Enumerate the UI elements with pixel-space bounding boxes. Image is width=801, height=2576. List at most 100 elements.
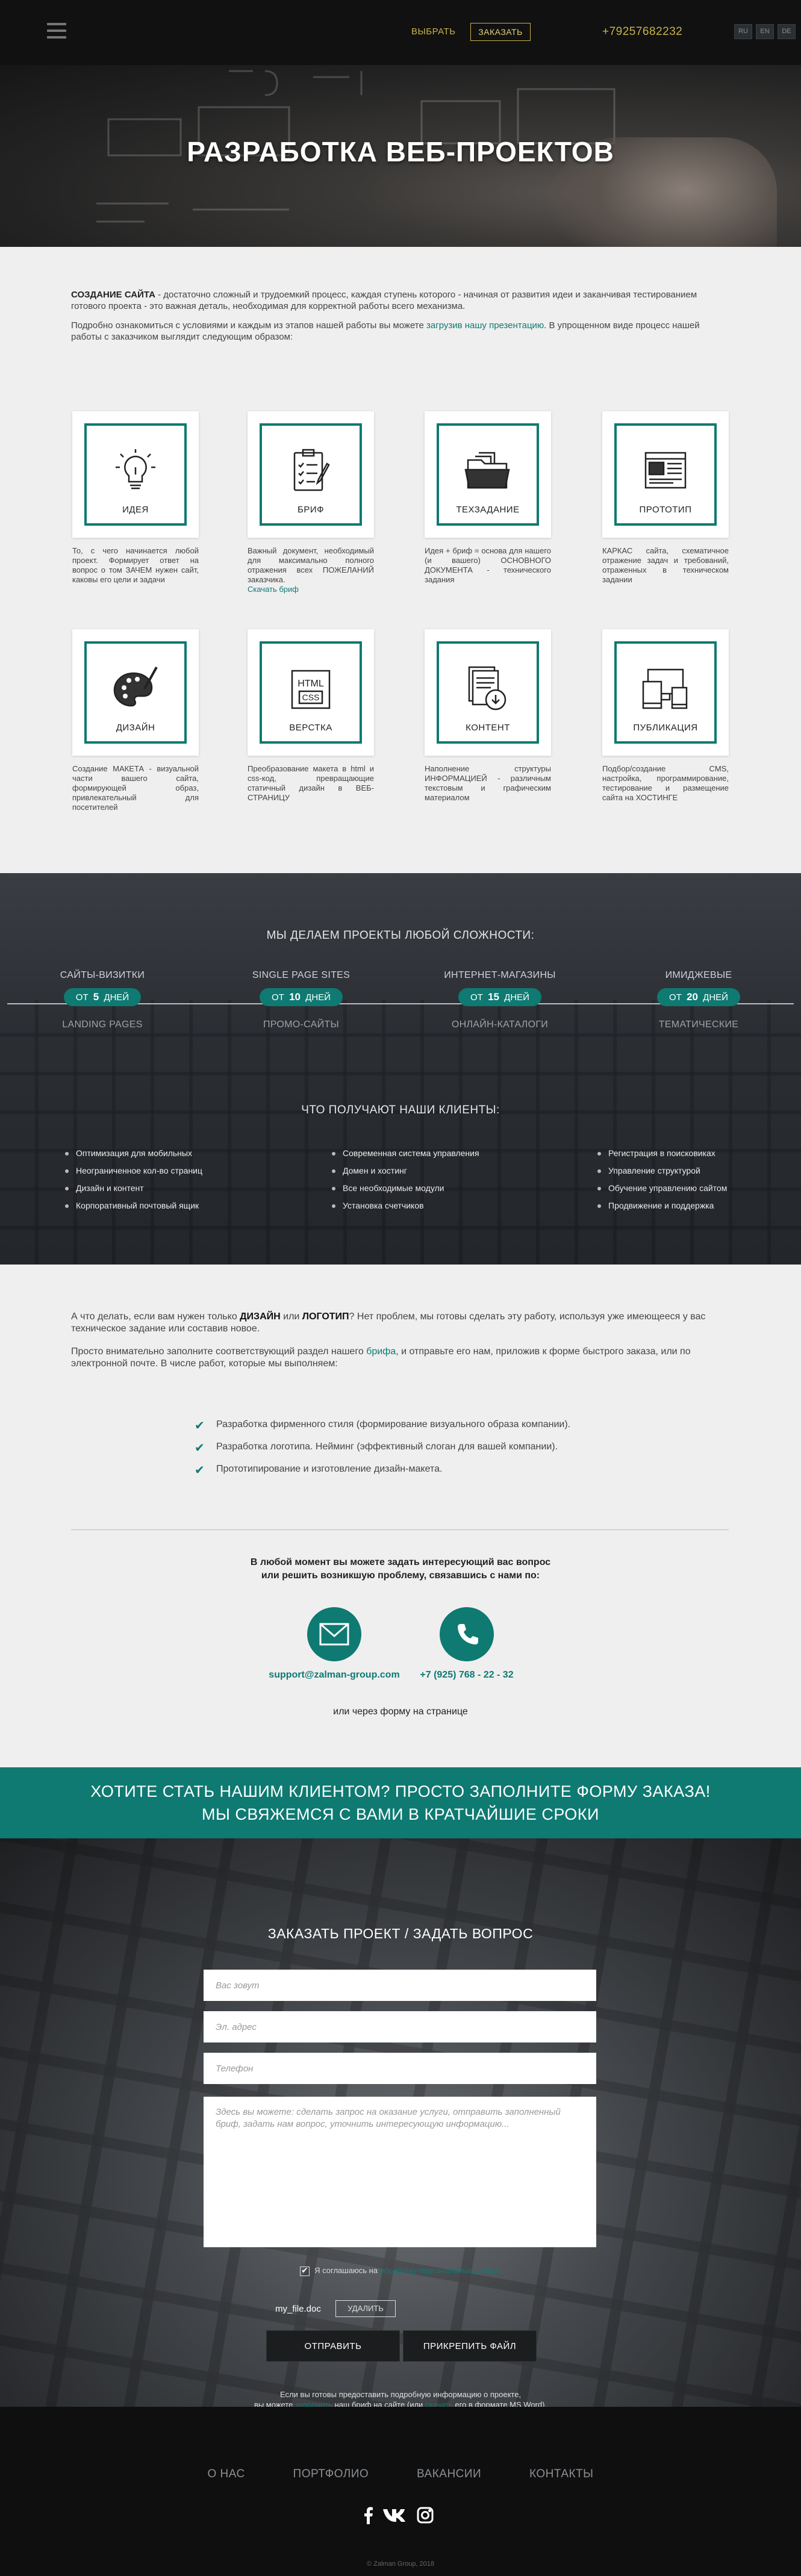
- brief-link[interactable]: брифа: [366, 1346, 396, 1357]
- facebook-icon[interactable]: [363, 2506, 373, 2524]
- intro-lead-bold: СОЗДАНИЕ САЙТА: [71, 290, 155, 300]
- project-type-4: ИМИДЖЕВЫЕ ОТ 20 ДНЕЙ ТЕМАТИЧЕСКИЕ: [629, 970, 768, 1030]
- project-type-bottom: ОНЛАЙН-КАТАЛОГИ: [451, 1019, 549, 1030]
- days-pill: ОТ 5 ДНЕЙ: [63, 988, 142, 1006]
- lang-ru-button[interactable]: RU: [734, 24, 752, 39]
- download-brief-link[interactable]: Скачать бриф: [248, 585, 299, 594]
- devices-icon: [642, 668, 688, 709]
- step-frame: КОНТЕНТ: [437, 641, 539, 744]
- lang-en-button[interactable]: EN: [756, 24, 774, 39]
- contact-question: В любой момент вы можете задать интересу…: [250, 1557, 551, 1581]
- step-card: ИДЕЯ: [72, 411, 199, 538]
- footer-link-portfolio[interactable]: ПОРТФОЛИО: [293, 2468, 369, 2481]
- top-bar: ВЫБРАТЬ ЗАКАЗАТЬ +79257682232 RU EN DE: [0, 0, 801, 65]
- lang-de-button[interactable]: DE: [778, 24, 796, 39]
- days-pill: ОТ 15 ДНЕЙ: [458, 988, 541, 1006]
- hamburger-icon[interactable]: [47, 23, 66, 39]
- step-description: Преобразование макета в html и css-код, …: [248, 764, 374, 802]
- attached-filename: my_file.doc: [275, 2304, 321, 2314]
- palette-icon: [113, 667, 158, 707]
- header-phone[interactable]: +79257682232: [602, 25, 682, 39]
- services-checklist: Разработка фирменного стиля (формировани…: [195, 1418, 616, 1486]
- email-icon[interactable]: [307, 1607, 361, 1661]
- step-card: ТЕХЗАДАНИЕ: [425, 411, 551, 538]
- choose-link[interactable]: ВЫБРАТЬ: [411, 26, 455, 37]
- step-frame: ИДЕЯ: [84, 423, 187, 526]
- folder-icon: [464, 452, 510, 489]
- document-download-icon: [468, 666, 506, 711]
- html-css-icon: HTML CSS: [291, 670, 331, 709]
- copyright: © Zalman Group, 2018: [366, 2560, 435, 2568]
- benefits-list-2: Современная система управления Домен и х…: [329, 1148, 546, 1218]
- project-type-3: ИНТЕРНЕТ-МАГАЗИНЫ ОТ 15 ДНЕЙ ОНЛАЙН-КАТА…: [431, 970, 569, 1030]
- step-design[interactable]: ДИЗАЙН Создание МАКЕТА - визуальной част…: [72, 629, 199, 812]
- benefit-item: Оптимизация для мобильных: [63, 1148, 279, 1158]
- step-spec[interactable]: ТЕХЗАДАНИЕ Идея + бриф = основа для наше…: [425, 411, 551, 585]
- form-title: ЗАКАЗАТЬ ПРОЕКТ / ЗАДАТЬ ВОПРОС: [267, 1926, 534, 1941]
- presentation-link[interactable]: загрузив нашу презентацию: [426, 320, 544, 331]
- project-type-1: САЙТЫ-ВИЗИТКИ ОТ 5 ДНЕЙ LANDING PAGES: [33, 970, 172, 1030]
- keyboard-background: [0, 1000, 801, 1265]
- wireframe-icon: [644, 452, 687, 489]
- benefit-item: Современная система управления: [329, 1148, 546, 1158]
- delete-file-button[interactable]: УДАЛИТЬ: [335, 2300, 396, 2317]
- step-frame: БРИФ: [260, 423, 362, 526]
- consent-row: Я соглашаюсь на обработку персональных д…: [0, 2265, 801, 2276]
- svg-text:CSS: CSS: [302, 692, 320, 702]
- step-markup[interactable]: HTML CSS ВЕРСТКА Преобразование макета в…: [248, 629, 374, 803]
- benefit-item: Управление структурой: [595, 1166, 801, 1175]
- step-label: ДИЗАЙН: [116, 723, 155, 733]
- hero-banner: РАЗРАБОТКА ВЕБ-ПРОЕКТОВ: [0, 65, 801, 247]
- email-field[interactable]: [204, 2011, 596, 2042]
- step-brief[interactable]: БРИФ Важный документ, необходимый для ма…: [248, 411, 374, 594]
- instagram-icon[interactable]: [417, 2507, 434, 2524]
- clients-title: ЧТО ПОЛУЧАЮТ НАШИ КЛИЕНТЫ:: [301, 1104, 500, 1116]
- step-description: КАРКАС сайта, схематичное отражение зада…: [602, 546, 729, 584]
- intro-paragraph-2: Подробно ознакомиться с условиями и кажд…: [71, 320, 729, 343]
- step-content[interactable]: КОНТЕНТ Наполнение структуры ИНФОРМАЦИЕЙ…: [425, 629, 551, 803]
- divider: [71, 1529, 729, 1530]
- benefit-item: Установка счетчиков: [329, 1201, 546, 1210]
- page-title: РАЗРАБОТКА ВЕБ-ПРОЕКТОВ: [187, 136, 614, 167]
- step-description: Важный документ, необходимый для максима…: [248, 546, 374, 594]
- step-prototype[interactable]: ПРОТОТИП КАРКАС сайта, схематичное отраж…: [602, 411, 729, 585]
- step-label: ИДЕЯ: [122, 505, 149, 515]
- send-button[interactable]: ОТПРАВИТЬ: [266, 2330, 400, 2362]
- step-label: ПРОТОТИП: [639, 505, 692, 515]
- consent-checkbox[interactable]: [300, 2265, 310, 2276]
- consent-text: Я соглашаюсь на: [314, 2266, 380, 2275]
- footer-nav: О НАС ПОРТФОЛИО ВАКАНСИИ КОНТАКТЫ: [0, 2468, 801, 2481]
- projects-title: МЫ ДЕЛАЕМ ПРОЕКТЫ ЛЮБОЙ СЛОЖНОСТИ:: [266, 929, 535, 942]
- attach-file-button[interactable]: ПРИКРЕПИТЬ ФАЙЛ: [403, 2330, 537, 2362]
- step-card: ДИЗАЙН: [72, 629, 199, 756]
- footer-link-contacts[interactable]: КОНТАКТЫ: [529, 2468, 594, 2481]
- step-description: Подбор/создание CMS, настройка, программ…: [602, 764, 729, 802]
- footer-link-about[interactable]: О НАС: [208, 2468, 245, 2481]
- phone-field[interactable]: [204, 2053, 596, 2084]
- or-form-text: или через форму на странице: [333, 1706, 468, 1717]
- project-type-bottom: ТЕМАТИЧЕСКИЕ: [658, 1019, 739, 1030]
- benefit-item: Продвижение и поддержка: [595, 1201, 801, 1210]
- benefit-item: Регистрация в поисковиках: [595, 1148, 801, 1158]
- order-button[interactable]: ЗАКАЗАТЬ: [470, 23, 531, 41]
- step-frame: ДИЗАЙН: [84, 641, 187, 744]
- name-field[interactable]: [204, 1970, 596, 2001]
- check-item: Прототипирование и изготовление дизайн-м…: [195, 1463, 616, 1478]
- step-card: HTML CSS ВЕРСТКА: [248, 629, 374, 756]
- vk-icon[interactable]: [382, 2507, 408, 2523]
- intro-lead-text: - достаточно сложный и трудоемкий процес…: [71, 290, 697, 311]
- message-field[interactable]: [204, 2097, 596, 2247]
- days-pill: ОТ 10 ДНЕЙ: [260, 988, 343, 1006]
- step-label: ПУБЛИКАЦИЯ: [633, 723, 698, 733]
- days-pill: ОТ 20 ДНЕЙ: [657, 988, 740, 1006]
- step-card: ПУБЛИКАЦИЯ: [602, 629, 729, 756]
- consent-link[interactable]: обработку персональных данных: [380, 2266, 501, 2275]
- step-idea[interactable]: ИДЕЯ То, с чего начинается любой проект.…: [72, 411, 199, 585]
- cta-banner: ХОТИТЕ СТАТЬ НАШИМ КЛИЕНТОМ? ПРОСТО ЗАПО…: [0, 1767, 801, 1838]
- project-type-top: ИНТЕРНЕТ-МАГАЗИНЫ: [444, 970, 556, 980]
- footer-link-vacancies[interactable]: ВАКАНСИИ: [417, 2468, 481, 2481]
- lightbulb-icon: [116, 449, 155, 490]
- step-publication[interactable]: ПУБЛИКАЦИЯ Подбор/создание CMS, настройк…: [602, 629, 729, 803]
- phone-icon[interactable]: [440, 1607, 494, 1661]
- phone-link[interactable]: +7 (925) 768 - 22 - 32: [388, 1670, 545, 1681]
